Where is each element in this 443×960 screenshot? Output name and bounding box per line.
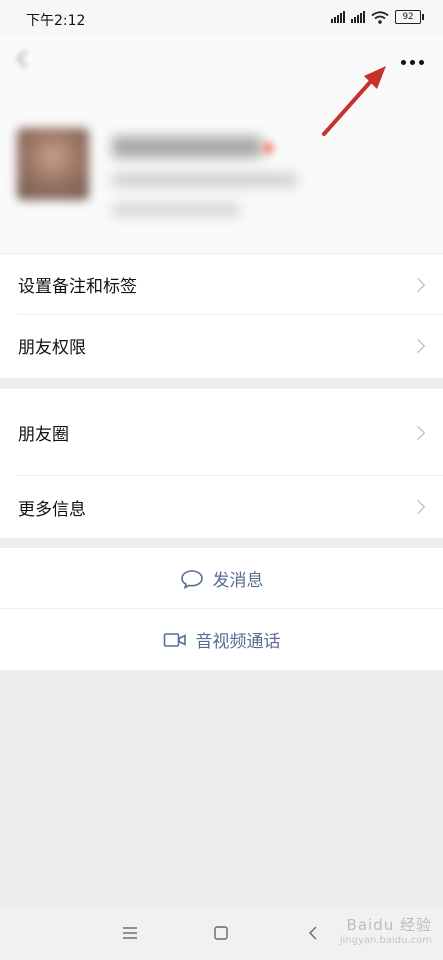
gender-icon (262, 142, 274, 154)
status-bar: 下午2:12 92 (0, 0, 443, 38)
battery-icon: 92 (395, 10, 424, 24)
baidu-watermark: Baidu 经验 jingyan.baidu.com (322, 906, 432, 956)
row-label: 朋友权限 (18, 338, 86, 358)
watermark-main: Baidu 经验 (346, 916, 432, 934)
status-time: 下午2:12 (26, 13, 86, 29)
chevron-right-icon (410, 499, 426, 515)
info-group: 朋友圈 更多信息 (0, 389, 443, 538)
contact-name-blurred (112, 136, 262, 158)
contact-region-blurred (112, 203, 240, 217)
row-label: 设置备注和标签 (18, 277, 137, 297)
wifi-icon (371, 10, 389, 24)
row-label: 朋友圈 (18, 425, 69, 445)
nav-back-button[interactable] (303, 924, 323, 942)
row-moments[interactable]: 朋友圈 (0, 389, 443, 476)
video-call-label: 音视频通话 (195, 632, 281, 652)
hd-signal-icon (351, 11, 365, 23)
chevron-right-icon (410, 425, 426, 440)
chat-bubble-icon (180, 569, 203, 589)
chevron-right-icon (410, 277, 426, 292)
row-label: 更多信息 (18, 499, 86, 520)
actions-group: 发消息 音视频通话 (0, 548, 443, 670)
more-dots-icon (400, 59, 406, 65)
back-chevron-icon (309, 926, 317, 940)
row-more-info[interactable]: 更多信息 (0, 476, 443, 538)
status-icons: 92 (331, 10, 424, 24)
home-square-icon (214, 926, 228, 940)
back-arrow-icon[interactable] (12, 48, 34, 70)
nav-home-button[interactable] (211, 924, 231, 942)
settings-group: 设置备注和标签 朋友权限 (0, 254, 443, 378)
video-camera-icon (163, 632, 186, 647)
profile-header (0, 38, 443, 253)
row-remark-tags[interactable]: 设置备注和标签 (0, 254, 443, 315)
video-call-button[interactable]: 音视频通话 (0, 609, 443, 670)
contact-id-blurred (112, 173, 297, 187)
signal-icon (331, 11, 345, 23)
send-message-button[interactable]: 发消息 (0, 548, 443, 609)
row-friend-permissions[interactable]: 朋友权限 (0, 315, 443, 376)
menu-icon (123, 927, 137, 939)
avatar[interactable] (17, 128, 89, 200)
more-options-button[interactable] (392, 44, 432, 80)
nav-menu-button[interactable] (120, 924, 140, 942)
send-message-label: 发消息 (212, 571, 264, 591)
watermark-sub: jingyan.baidu.com (339, 935, 432, 946)
chevron-right-icon (410, 338, 426, 353)
